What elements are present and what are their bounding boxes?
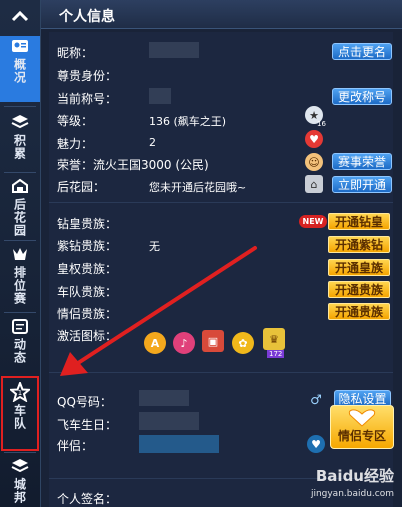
watermark-url: jingyan.baidu.com	[310, 489, 394, 499]
annotation-arrow	[60, 246, 257, 376]
watermark: Baidu经验 jingyan.baidu.com	[280, 465, 398, 505]
watermark-brand: Baidu经验	[315, 467, 394, 485]
